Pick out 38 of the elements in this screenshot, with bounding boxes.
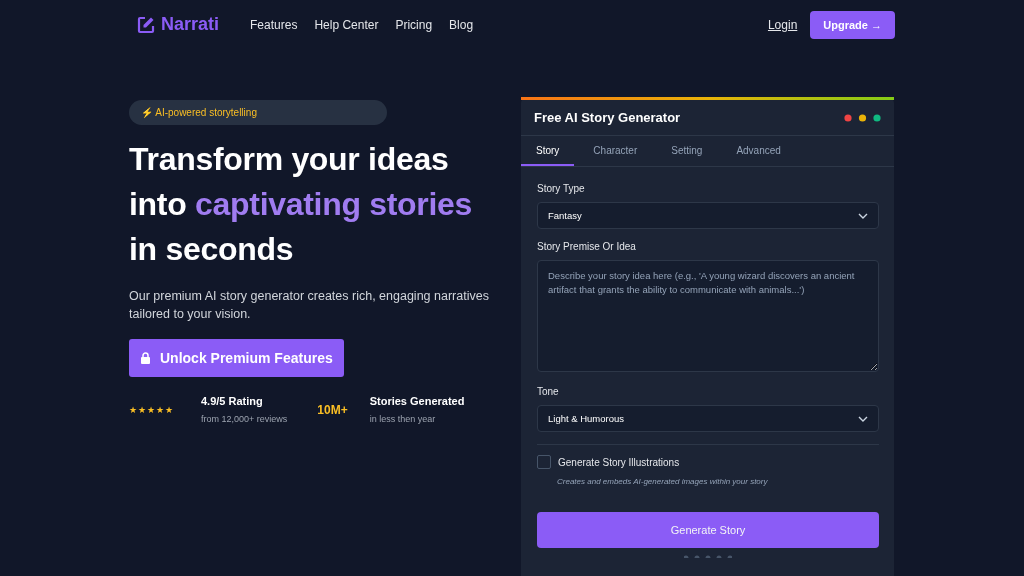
chevron-down-icon	[858, 212, 868, 219]
field-label: Story Premise Or Idea	[537, 241, 637, 252]
field-label: Story Type	[537, 183, 586, 194]
card-title: Free AI Story Generator	[534, 110, 681, 125]
login-link[interactable]: Login	[767, 17, 798, 32]
headline: Transform your ideas into captivating stories in seconds	[129, 140, 474, 269]
star-rating: ★★★★★	[129, 404, 173, 415]
premise-field[interactable]: Describe your story idea here (e.g., 'A young wizard discovers an ancient artifact that grants the ability to communicate with animals...')	[537, 260, 879, 372]
nav-link[interactable]: Help Center	[314, 17, 379, 32]
nav-link[interactable]: Features	[250, 17, 298, 32]
tagline-badge: ⚡ AI-powered storytelling	[129, 100, 387, 125]
unlock-button[interactable]: Unlock Premium Features	[129, 339, 344, 377]
upgrade-button[interactable]: Upgrade →	[810, 10, 895, 39]
tab[interactable]: Advanced	[721, 136, 796, 166]
checkbox-hint: Creates and embeds AI-generated images within your story	[557, 477, 769, 486]
tone-select[interactable]: Light & Humorous	[537, 405, 879, 432]
nav-link[interactable]: Blog	[449, 17, 474, 32]
edit-icon	[137, 15, 155, 34]
logo-text[interactable]: Narrati	[161, 14, 220, 35]
stories-title: Stories Generated	[369, 395, 465, 407]
tab[interactable]: Setting	[656, 136, 718, 166]
lock-icon	[140, 352, 151, 364]
checkbox[interactable]	[537, 455, 551, 469]
subtitle: Our premium AI story generator creates rich, engaging narratives tailored to your vision.	[129, 288, 490, 323]
nav-link[interactable]: Pricing	[395, 17, 433, 32]
tab[interactable]: Story	[521, 136, 575, 166]
field-label: Tone	[537, 386, 560, 397]
chevron-down-icon	[858, 415, 868, 422]
rating-title: 4.9/5 Rating	[201, 395, 264, 407]
window-dots-icon	[844, 113, 881, 122]
checkbox-label: Generate Story Illustrations	[558, 456, 680, 468]
stories-detail: in less then year	[369, 414, 437, 424]
rating-detail: from 12,000+ reviews	[201, 414, 288, 424]
story-type-select[interactable]: Fantasy	[537, 202, 879, 229]
stories-count: 10M+	[317, 402, 348, 417]
loading-dots-icon	[684, 554, 732, 558]
generate-button[interactable]: Generate Story	[537, 512, 879, 548]
tab[interactable]: Character	[578, 136, 653, 166]
